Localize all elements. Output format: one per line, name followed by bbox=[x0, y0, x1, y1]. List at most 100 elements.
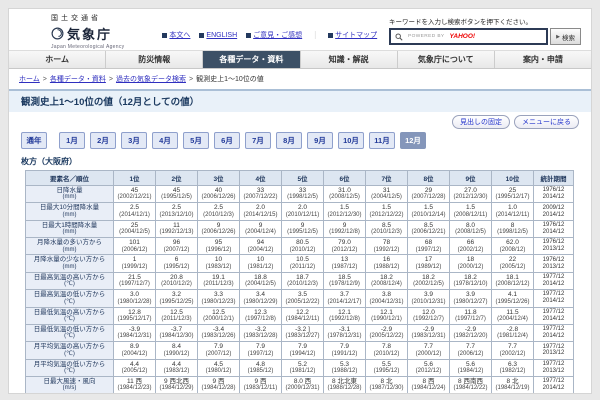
tab-5[interactable]: 5月 bbox=[183, 132, 209, 149]
record-value: 18.2 bbox=[422, 273, 435, 281]
tab-1[interactable]: 1月 bbox=[59, 132, 85, 149]
record-value: 3.5 bbox=[297, 291, 308, 299]
record-date: (2008/12/5) bbox=[455, 229, 486, 236]
header-link-0[interactable]: 本文へ bbox=[169, 30, 190, 40]
record-date: (2010/12/14) bbox=[411, 211, 446, 218]
record-date: (1983/12) bbox=[205, 263, 232, 270]
jma-logo-icon bbox=[51, 27, 64, 40]
search-input[interactable]: POWERED BY YAHOO! bbox=[389, 28, 549, 45]
record-date: (1998/12/5) bbox=[497, 229, 528, 236]
fix-heading-button[interactable]: 見出しの固定 bbox=[452, 115, 510, 129]
tab-9[interactable]: 9月 bbox=[307, 132, 333, 149]
nav-item-2[interactable]: 各種データ・資料 bbox=[202, 51, 300, 68]
period-start: 1977/12 bbox=[542, 378, 565, 385]
tab-3[interactable]: 3月 bbox=[121, 132, 147, 149]
search-button[interactable]: ▶ 検索 bbox=[550, 28, 581, 45]
element-label-9: 月平均気温の高い方から (℃) bbox=[25, 341, 114, 360]
record-value: -2.8 bbox=[506, 325, 519, 333]
record-date: (2005/12) bbox=[499, 263, 526, 270]
record-date: (2014/12/15) bbox=[243, 211, 278, 218]
record-cell: 18.2 (1978/12/10) bbox=[449, 271, 492, 291]
record-value: 12.8 bbox=[128, 308, 141, 316]
record-date: (1987/12/30) bbox=[369, 385, 404, 392]
agency-logo-row[interactable]: 気象庁 bbox=[51, 24, 124, 43]
record-cell: 3.5 (2005/12/22) bbox=[281, 289, 324, 308]
header-link-3[interactable]: サイトマップ bbox=[335, 30, 377, 40]
record-value: 7.9 bbox=[297, 343, 308, 351]
record-cell: 8 西南西 (1984/12/22) bbox=[449, 375, 492, 393]
record-cell: 31.0 (2008/12/5) bbox=[323, 184, 366, 204]
record-value: 3.9 bbox=[423, 291, 434, 299]
record-value: 40 bbox=[214, 187, 223, 194]
table-row-1: 日最大10分間降水量 (mm) 2.5 (2014/12/1) 2.5 (2013/12/… bbox=[25, 202, 574, 221]
tab-0[interactable]: 通年 bbox=[21, 132, 47, 149]
record-value: 2.0 bbox=[255, 204, 266, 212]
record-value: 2.5 bbox=[129, 204, 140, 212]
tab-12[interactable]: 12月 bbox=[400, 132, 426, 149]
record-date: (1984/12/22) bbox=[453, 385, 488, 392]
table-row-7: 日最低気温の高い方から (℃) 12.8 (1995/12/17) 12.5 (2011/… bbox=[25, 306, 574, 325]
tab-6[interactable]: 6月 bbox=[214, 132, 240, 149]
nav-item-1[interactable]: 防災情報 bbox=[105, 51, 202, 68]
record-value: 95 bbox=[214, 239, 223, 247]
record-date: (2014/12/1) bbox=[119, 211, 150, 218]
record-date: (1995/12) bbox=[373, 368, 400, 375]
search-row: POWERED BY YAHOO! ▶ 検索 bbox=[389, 28, 581, 45]
tab-10[interactable]: 10月 bbox=[338, 132, 364, 149]
record-date: (2006/12) bbox=[457, 350, 484, 357]
record-date: (2002/12) bbox=[457, 246, 484, 253]
record-value: 7.9 bbox=[339, 343, 350, 351]
breadcrumb-link-0[interactable]: ホーム bbox=[19, 76, 40, 83]
statistics-period: 1977/12 2014/12 bbox=[533, 375, 574, 393]
record-cell: 19.1 (2011/12/3) bbox=[197, 271, 240, 291]
record-date: (2012/12/30) bbox=[327, 211, 362, 218]
record-cell: 94 (2004/12) bbox=[239, 237, 282, 256]
record-date: (1982/12) bbox=[499, 368, 526, 375]
tab-8[interactable]: 8月 bbox=[276, 132, 302, 149]
record-cell: -2.9 (2005/12/22) bbox=[365, 323, 408, 343]
record-cell: 3.9 (1980/12/27) bbox=[449, 289, 492, 308]
record-cell: 12.2 (1984/12/11) bbox=[281, 306, 324, 325]
record-date: (1995/12/25) bbox=[159, 298, 194, 305]
record-date: (2004/12) bbox=[247, 246, 274, 253]
tab-2[interactable]: 2月 bbox=[90, 132, 116, 149]
breadcrumb-link-2[interactable]: 過去の気象データ検索 bbox=[116, 76, 186, 83]
record-cell: 7.8 (2010/12) bbox=[365, 341, 408, 360]
nav-item-5[interactable]: 案内・申請 bbox=[493, 51, 591, 68]
record-cell: 1.5 (2012/12/22) bbox=[365, 202, 408, 221]
record-date: (2005/12/22) bbox=[285, 298, 320, 305]
record-value: 33 bbox=[298, 187, 307, 194]
record-date: (2004/12/5) bbox=[245, 281, 276, 288]
record-cell: 5.6 (1984/12) bbox=[449, 358, 492, 377]
record-cell: 18.2 (2002/12/5) bbox=[407, 271, 450, 291]
col-header-8: 8位 bbox=[407, 170, 450, 186]
utility-link-divider: ｜ bbox=[311, 30, 320, 40]
record-date: (1984/12/29) bbox=[159, 385, 194, 392]
nav-item-4[interactable]: 気象庁について bbox=[396, 51, 494, 68]
record-value: 29 bbox=[424, 187, 433, 194]
col-header-6: 6位 bbox=[323, 170, 366, 186]
header-link-1[interactable]: ENGLISH bbox=[206, 32, 237, 39]
tab-4[interactable]: 4月 bbox=[152, 132, 178, 149]
element-unit: (℃) bbox=[64, 281, 75, 288]
record-value: -2.9 bbox=[464, 325, 477, 333]
record-value: 66 bbox=[466, 239, 475, 247]
col-header-4: 4位 bbox=[239, 170, 282, 186]
record-date: (2002/12/21) bbox=[117, 194, 152, 201]
nav-item-3[interactable]: 知識・解説 bbox=[299, 51, 397, 68]
record-value: 18.8 bbox=[254, 273, 267, 281]
record-cell: 9 西 (1983/12/11) bbox=[239, 375, 282, 393]
record-date: (2010/12/2) bbox=[161, 281, 192, 288]
record-cell: 18 (2000/12) bbox=[449, 254, 492, 273]
record-value: 1.5 bbox=[465, 204, 476, 212]
breadcrumb-link-1[interactable]: 各種データ・資料 bbox=[50, 76, 106, 83]
tab-11[interactable]: 11月 bbox=[369, 132, 395, 149]
tab-7[interactable]: 7月 bbox=[245, 132, 271, 149]
table-row-9: 月平均気温の高い方から (℃) 8.9 (2004/12) 8.4 (1990/12) 7.… bbox=[25, 341, 574, 360]
element-name: 月平均気温の高い方から bbox=[33, 343, 106, 351]
back-to-menu-button[interactable]: メニューに戻る bbox=[514, 115, 579, 129]
header-link-2[interactable]: ご意見・ご感想 bbox=[253, 30, 302, 40]
nav-item-0[interactable]: ホーム bbox=[9, 51, 105, 68]
record-value: 12.5 bbox=[170, 308, 183, 316]
record-cell: 12.3 (1997/12/8) bbox=[239, 306, 282, 325]
